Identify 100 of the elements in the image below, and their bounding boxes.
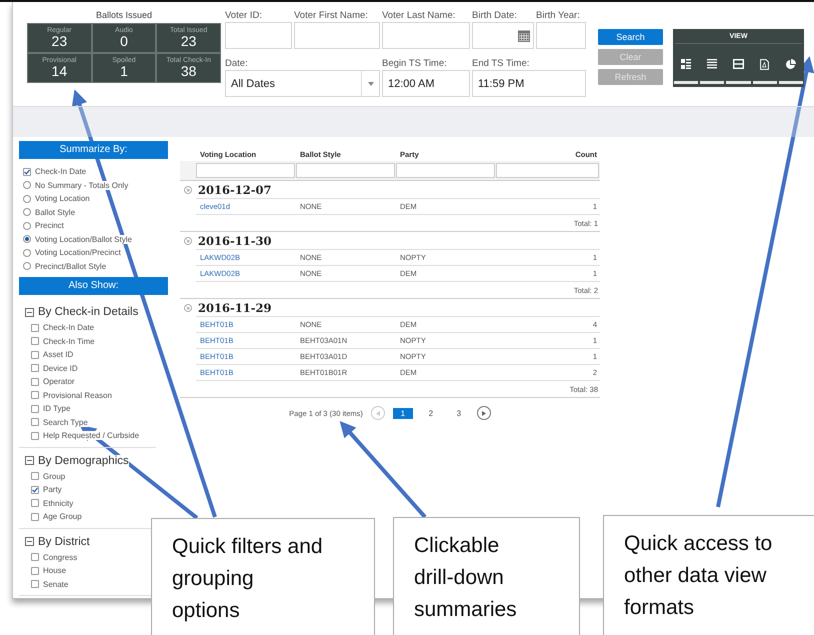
option-label: Voting Location bbox=[35, 194, 90, 204]
field-label: End TS Time: bbox=[472, 58, 530, 70]
option-label: House bbox=[43, 566, 66, 576]
checkbox[interactable] bbox=[31, 512, 39, 521]
caret-icon bbox=[368, 82, 374, 86]
triangle-left-icon bbox=[376, 410, 380, 416]
option-label: Provisional Reason bbox=[43, 390, 112, 400]
radio-button[interactable] bbox=[23, 181, 31, 190]
field-label: Begin TS Time: bbox=[382, 58, 448, 70]
option-label: Party bbox=[43, 485, 62, 494]
next-page-button[interactable] bbox=[476, 406, 491, 420]
input-field[interactable] bbox=[382, 22, 470, 49]
checkbox[interactable] bbox=[31, 432, 39, 440]
option-label: Voting Location/Ballot Style bbox=[35, 234, 132, 244]
field-label: Voter ID: bbox=[225, 10, 263, 22]
option-label: Device ID bbox=[43, 364, 78, 373]
radio-button[interactable] bbox=[23, 262, 31, 270]
checkbox[interactable] bbox=[31, 499, 39, 508]
collapse-icon[interactable] bbox=[25, 308, 34, 316]
callout-note: Quick access to other data view formats bbox=[603, 515, 814, 635]
filter-field[interactable] bbox=[296, 163, 395, 178]
field-label: Birth Year: bbox=[536, 10, 581, 22]
stat-value: 0 bbox=[120, 34, 128, 49]
option-label: Precinct bbox=[35, 221, 64, 230]
checkbox[interactable] bbox=[31, 418, 39, 426]
input-field[interactable]: 11:59 PM bbox=[472, 70, 586, 98]
input-field[interactable] bbox=[536, 22, 586, 49]
checkbox[interactable] bbox=[31, 580, 39, 588]
page-button[interactable]: 2 bbox=[420, 408, 441, 418]
option-label: Search Type bbox=[43, 418, 88, 427]
option-label: Check-In Date bbox=[35, 167, 86, 176]
option-label: Group bbox=[43, 472, 66, 481]
checkbox[interactable] bbox=[23, 168, 31, 176]
date-dropdown[interactable]: All Dates bbox=[225, 70, 380, 98]
section-header: Also Show: bbox=[19, 277, 168, 295]
panel-title: Ballots Issued bbox=[96, 10, 152, 22]
radio-button[interactable] bbox=[23, 248, 31, 257]
stat-value: 38 bbox=[180, 64, 196, 79]
callout-note: Clickable drill-down summaries bbox=[393, 517, 580, 635]
group-date: 2016-11-29 bbox=[198, 300, 272, 314]
field-label: Date: bbox=[225, 58, 249, 70]
option-label: Asset ID bbox=[43, 350, 74, 360]
checkbox[interactable] bbox=[31, 486, 39, 494]
checkbox[interactable] bbox=[31, 472, 39, 480]
input-field[interactable]: 12:00 AM bbox=[382, 70, 470, 98]
radio-button[interactable] bbox=[23, 235, 31, 244]
stat-value: 14 bbox=[52, 64, 68, 79]
checkbox[interactable] bbox=[31, 391, 39, 400]
checkbox[interactable] bbox=[31, 350, 39, 359]
option-label: Voting Location/Precinct bbox=[35, 248, 121, 258]
group-title: By Check-in Details bbox=[38, 306, 138, 318]
group-title: By District bbox=[38, 536, 90, 548]
checkbox[interactable] bbox=[31, 404, 39, 413]
pie-chart-icon bbox=[785, 58, 796, 70]
radio-button[interactable] bbox=[23, 208, 31, 216]
stat-value: 1 bbox=[120, 64, 128, 79]
expand-icon[interactable] bbox=[184, 236, 192, 244]
option-label: Help Requested / Curbside bbox=[43, 431, 140, 440]
collapse-icon[interactable] bbox=[25, 537, 34, 546]
radio-button[interactable] bbox=[23, 194, 31, 203]
filter-field[interactable] bbox=[196, 163, 295, 178]
group-title: By Demographics bbox=[38, 454, 129, 466]
table-view-icon bbox=[733, 59, 744, 69]
grid-view-icon bbox=[681, 59, 692, 69]
group-date: 2016-12-07 bbox=[198, 182, 272, 196]
input-field[interactable] bbox=[225, 22, 292, 49]
search-button[interactable]: Search bbox=[598, 29, 663, 45]
option-label: Senate bbox=[43, 580, 68, 589]
checkbox[interactable] bbox=[31, 364, 39, 372]
expand-icon[interactable] bbox=[184, 186, 192, 194]
section-header: Summarize By: bbox=[19, 141, 168, 159]
expand-icon[interactable] bbox=[184, 304, 192, 312]
option-label: ID Type bbox=[43, 404, 70, 414]
checkbox[interactable] bbox=[31, 324, 39, 332]
filter-field[interactable] bbox=[396, 163, 495, 178]
page-button[interactable]: 1 bbox=[392, 408, 413, 418]
checkbox[interactable] bbox=[31, 337, 39, 346]
calendar-icon[interactable] bbox=[518, 30, 530, 42]
field-label: Voter First Name: bbox=[294, 10, 369, 22]
previous-page-button[interactable] bbox=[370, 406, 385, 420]
page-button[interactable]: 3 bbox=[448, 408, 469, 418]
option-label: No Summary - Totals Only bbox=[35, 180, 128, 190]
radio-button[interactable] bbox=[23, 222, 31, 230]
callout-note: Quick filters and grouping options bbox=[151, 518, 375, 635]
checkbox[interactable] bbox=[31, 378, 39, 386]
group-date: 2016-11-30 bbox=[198, 234, 272, 248]
field-label: Birth Date: bbox=[472, 10, 518, 22]
checkbox[interactable] bbox=[31, 566, 39, 575]
option-label: Ballot Style bbox=[35, 208, 76, 217]
checkbox[interactable] bbox=[31, 553, 39, 562]
filter-field[interactable] bbox=[496, 163, 599, 178]
option-label: Congress bbox=[43, 552, 78, 562]
input-field[interactable] bbox=[294, 22, 380, 49]
collapse-icon[interactable] bbox=[25, 456, 34, 465]
stat-value: 23 bbox=[180, 34, 196, 49]
option-label: Precinct/Ballot Style bbox=[35, 262, 106, 271]
triangle-right-icon bbox=[482, 410, 486, 416]
option-label: Check-In Date bbox=[43, 323, 94, 332]
date-field[interactable] bbox=[472, 22, 534, 49]
option-label: Age Group bbox=[43, 512, 82, 522]
